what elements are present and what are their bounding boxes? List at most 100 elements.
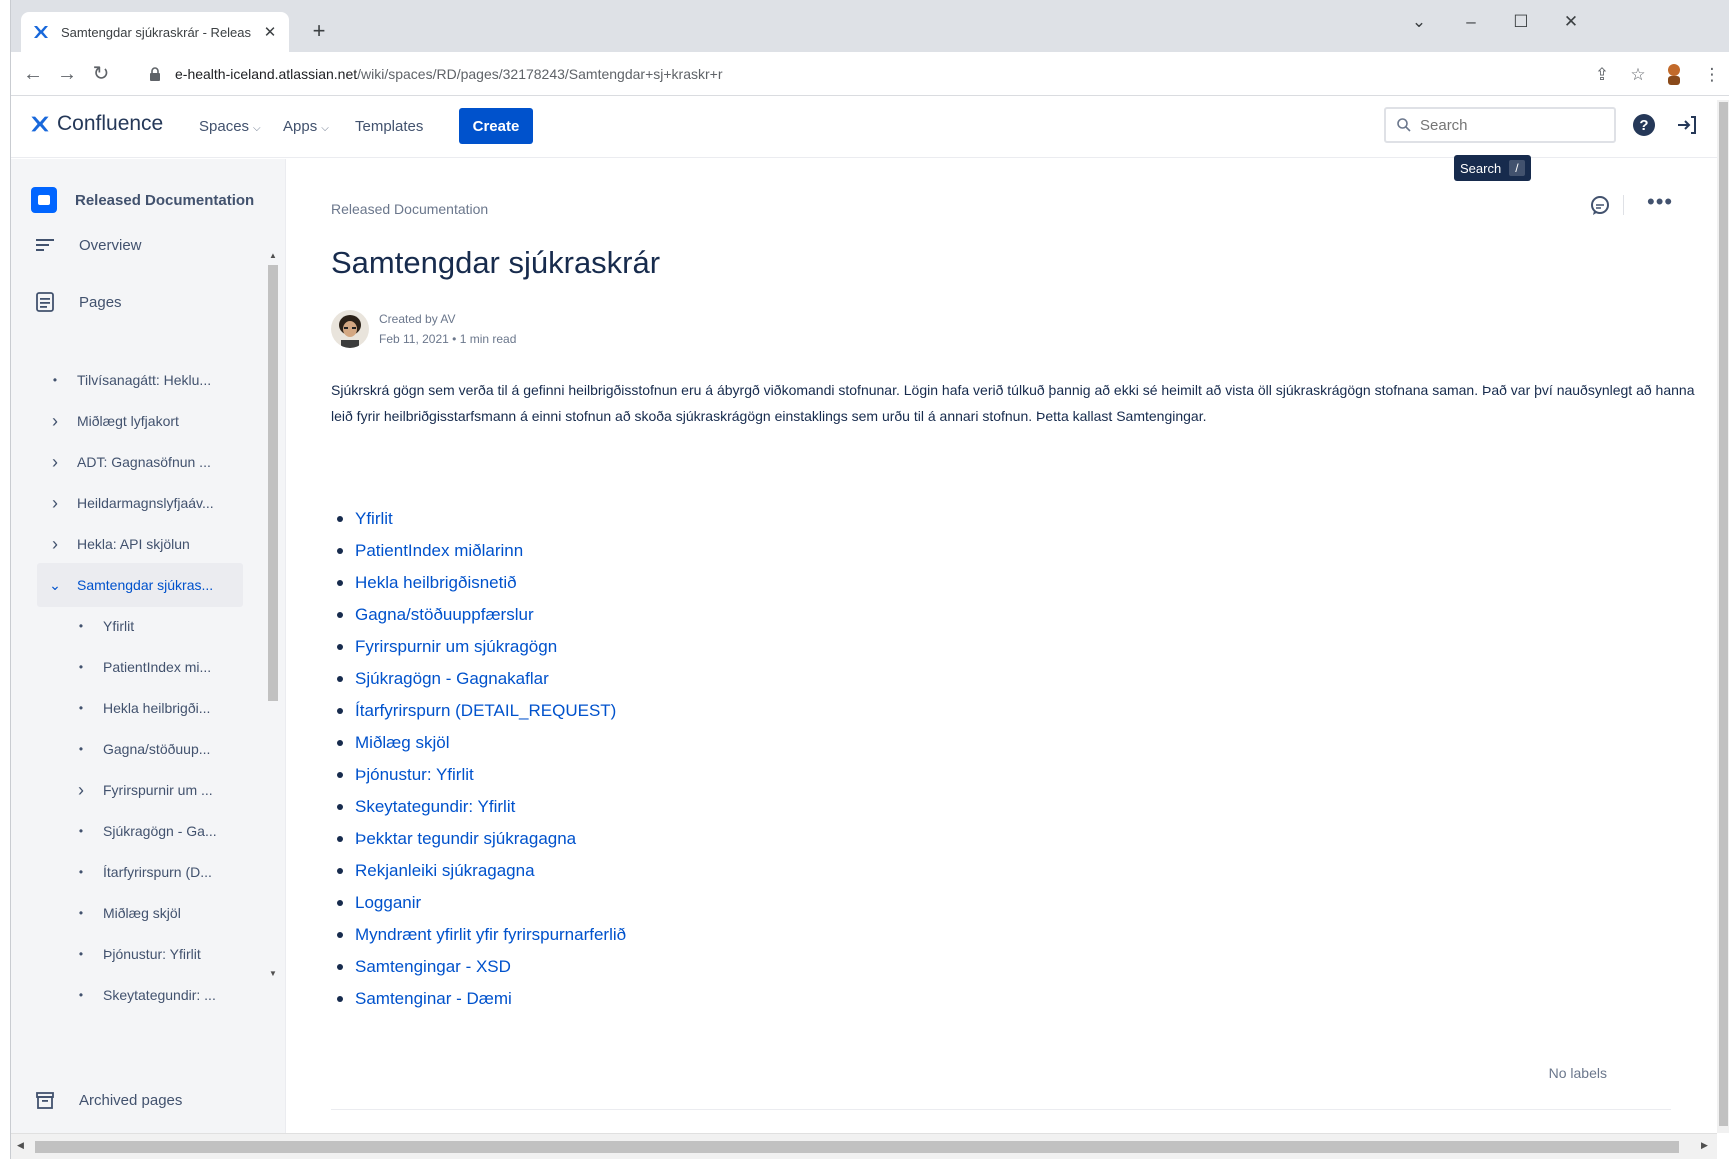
tree-item-label: Hekla: API skjölun <box>77 536 190 552</box>
sidebar-item-overview[interactable]: Overview <box>33 233 142 257</box>
window-close-icon[interactable]: ✕ <box>1551 8 1591 36</box>
back-icon[interactable]: ← <box>19 60 47 88</box>
log-in-icon[interactable] <box>1675 113 1699 137</box>
forward-icon[interactable]: → <box>53 60 81 88</box>
scroll-left-icon[interactable]: ◀ <box>17 1140 24 1151</box>
nav-apps[interactable]: Apps ⌵ <box>283 118 329 135</box>
nav-spaces-label: Spaces <box>199 118 250 135</box>
scroll-right-icon[interactable]: ▶ <box>1701 1140 1708 1151</box>
sidebar-scrollbar[interactable]: ▲ ▼ <box>266 251 278 1063</box>
scroll-down-icon[interactable]: ▼ <box>267 969 279 978</box>
search-icon <box>1397 118 1411 132</box>
author-avatar[interactable] <box>331 310 369 348</box>
comment-icon[interactable] <box>1589 195 1611 222</box>
scroll-up-icon[interactable]: ▲ <box>267 251 279 260</box>
bullet-icon <box>337 964 343 970</box>
profile-avatar-icon[interactable] <box>1661 62 1687 88</box>
tree-item[interactable]: • Sjúkragögn - Ga... <box>63 809 243 853</box>
chevron-right-icon[interactable]: › <box>47 493 63 514</box>
nav-templates[interactable]: Templates <box>355 118 423 135</box>
tab-close-icon[interactable]: ✕ <box>261 23 279 41</box>
chevron-right-icon[interactable]: › <box>47 534 63 555</box>
create-button[interactable]: Create <box>459 108 533 144</box>
search-tooltip: Search / <box>1454 155 1531 181</box>
tree-item[interactable]: › Miðlægt lyfjakort <box>37 399 243 443</box>
child-page-link[interactable]: Þjónustur: Yfirlit <box>355 765 474 785</box>
reload-icon[interactable]: ↻ <box>87 60 115 88</box>
page-byline: Created by AV Feb 11, 2021 • 1 min read <box>331 309 516 349</box>
tree-item[interactable]: • Miðlæg skjöl <box>63 891 243 935</box>
main-scroll-thumb[interactable] <box>1719 102 1728 1126</box>
tree-item-label: ADT: Gagnasöfnun ... <box>77 454 211 470</box>
logo-text: Confluence <box>57 112 164 135</box>
tree-item[interactable]: • PatientIndex mi... <box>63 645 243 689</box>
horizontal-scroll-thumb[interactable] <box>35 1141 1679 1153</box>
maximize-icon[interactable]: ☐ <box>1501 8 1541 36</box>
tree-item[interactable]: › Heildarmagnslyfjaáv... <box>37 481 243 525</box>
tree-item[interactable]: • Tilvísanagátt: Heklu... <box>37 358 243 402</box>
nav-spaces[interactable]: Spaces ⌵ <box>199 118 261 135</box>
tree-item[interactable]: › Fyrirspurnir um ... <box>63 768 243 812</box>
child-page-link[interactable]: Samtenginar - Dæmi <box>355 989 512 1009</box>
main-scrollbar[interactable] <box>1717 100 1729 1133</box>
chevron-right-icon[interactable]: › <box>47 411 63 432</box>
space-header[interactable]: Released Documentation <box>31 187 254 213</box>
more-actions-icon[interactable]: ••• <box>1647 189 1673 215</box>
child-page-link[interactable]: Ítarfyrirspurn (DETAIL_REQUEST) <box>355 701 616 721</box>
bullet-icon: • <box>78 906 84 920</box>
tree-item[interactable]: • Gagna/stöðuup... <box>63 727 243 771</box>
tab-search-icon[interactable]: ⌄ <box>1399 8 1439 36</box>
chevron-right-icon[interactable]: › <box>47 452 63 473</box>
tree-item[interactable]: • Ítarfyrirspurn (D... <box>63 850 243 894</box>
tree-item[interactable]: › ADT: Gagnasöfnun ... <box>37 440 243 484</box>
chevron-down-icon: ⌵ <box>321 123 329 134</box>
child-page-link[interactable]: Gagna/stöðuuppfærslur <box>355 605 534 625</box>
sidebar-item-archived[interactable]: Archived pages <box>33 1088 182 1112</box>
tree-item-label: Samtengdar sjúkras... <box>77 577 214 593</box>
child-page-link[interactable]: Sjúkragögn - Gagnakaflar <box>355 669 549 689</box>
share-icon[interactable]: ⇪ <box>1589 62 1615 88</box>
child-page-link[interactable]: Samtengingar - XSD <box>355 957 511 977</box>
chevron-down-icon[interactable]: ⌄ <box>47 577 63 594</box>
chevron-down-icon: ⌵ <box>253 123 261 134</box>
help-icon[interactable]: ? <box>1631 112 1657 138</box>
bullet-icon <box>337 708 343 714</box>
child-page-link[interactable]: Þekktar tegundir sjúkragagna <box>355 829 576 849</box>
child-page-link[interactable]: PatientIndex miðlarinn <box>355 541 523 561</box>
sidebar-item-label: Archived pages <box>79 1091 183 1109</box>
bullet-icon <box>337 900 343 906</box>
search-box[interactable] <box>1384 107 1616 143</box>
new-tab-icon[interactable]: + <box>305 18 333 46</box>
tree-item[interactable]: • Hekla heilbrigði... <box>63 686 243 730</box>
browser-menu-icon[interactable]: ⋮ <box>1699 62 1725 88</box>
tree-item-label: Miðlæg skjöl <box>103 905 181 921</box>
tree-item[interactable]: ⌄ Samtengdar sjúkras... <box>37 563 243 607</box>
horizontal-scrollbar[interactable]: ◀ ▶ <box>11 1133 1717 1159</box>
child-page-link[interactable]: Skeytategundir: Yfirlit <box>355 797 515 817</box>
confluence-logo[interactable]: Confluence <box>29 112 163 136</box>
minimize-icon[interactable]: – <box>1451 8 1491 36</box>
child-page-link[interactable]: Miðlæg skjöl <box>355 733 449 753</box>
child-page-link[interactable]: Hekla heilbrigðisnetið <box>355 573 517 593</box>
sidebar-item-pages[interactable]: Pages <box>33 290 122 314</box>
browser-tab[interactable]: Samtengdar sjúkraskrár - Releas ✕ <box>21 12 289 52</box>
bookmark-star-icon[interactable]: ☆ <box>1625 62 1651 88</box>
action-divider <box>1623 195 1624 215</box>
tree-item[interactable]: • Þjónustur: Yfirlit <box>63 932 243 976</box>
search-input[interactable] <box>1420 116 1600 134</box>
list-item: Ítarfyrirspurn (DETAIL_REQUEST) <box>331 695 626 727</box>
bullet-icon: • <box>78 988 84 1002</box>
child-page-link[interactable]: Yfirlit <box>355 509 393 529</box>
sidebar-scroll-thumb[interactable] <box>268 265 278 701</box>
tree-item-label: Yfirlit <box>103 618 135 634</box>
child-page-link[interactable]: Logganir <box>355 893 421 913</box>
tree-item[interactable]: • Yfirlit <box>63 604 243 648</box>
child-page-link[interactable]: Rekjanleiki sjúkragagna <box>355 861 535 881</box>
breadcrumb[interactable]: Released Documentation <box>331 201 488 217</box>
address-bar[interactable]: e-health-iceland.atlassian.net/wiki/spac… <box>137 59 1597 89</box>
chevron-right-icon[interactable]: › <box>73 780 89 801</box>
child-page-link[interactable]: Myndrænt yfirlit yfir fyrirspurnarferlið <box>355 925 626 945</box>
child-page-link[interactable]: Fyrirspurnir um sjúkragögn <box>355 637 557 657</box>
tree-item[interactable]: • Skeytategundir: ... <box>63 973 243 1017</box>
tree-item[interactable]: › Hekla: API skjölun <box>37 522 243 566</box>
